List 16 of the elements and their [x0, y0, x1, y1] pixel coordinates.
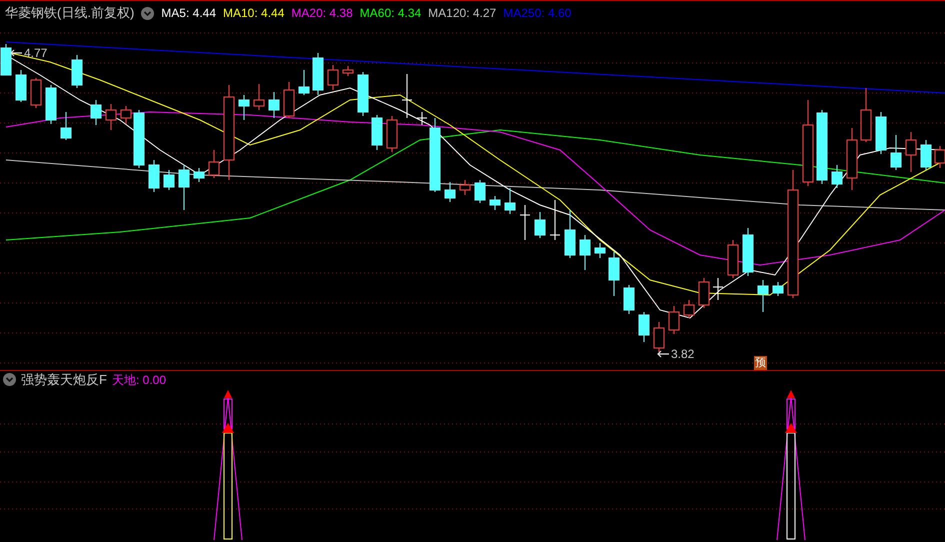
chevron-down-icon[interactable] [3, 373, 16, 386]
legend-value: MA5: 4.44 [161, 5, 216, 22]
legend-value: MA60: 4.34 [360, 5, 422, 22]
indicator-name: 强势轰天炮反F [21, 370, 107, 389]
arrow-left-icon [657, 350, 669, 358]
legend-value: MA10: 4.44 [223, 5, 284, 22]
forecast-badge: 预 [754, 356, 767, 370]
legend-value: MA20: 4.38 [291, 5, 353, 22]
legend-value: 天地: 0.00 [112, 372, 166, 388]
chevron-down-icon[interactable] [141, 6, 154, 20]
chart-title: 华菱钢铁(日线.前复权) [5, 4, 134, 22]
legend-value: MA250: 4.60 [503, 5, 572, 22]
low-price-label: 3.82 [671, 346, 694, 363]
high-price-label: 4.77 [24, 45, 48, 62]
arrow-left-icon [10, 49, 22, 57]
legend-value: MA120: 4.27 [428, 5, 496, 22]
